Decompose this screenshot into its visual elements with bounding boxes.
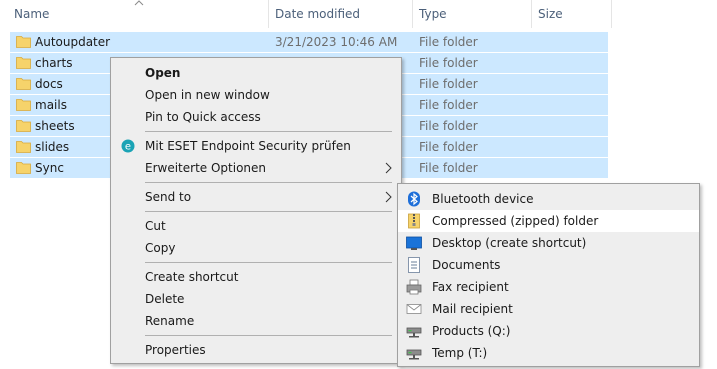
menu-item-label: Properties: [145, 343, 206, 357]
menu-item-eset-scan[interactable]: e Mit ESET Endpoint Security prüfen: [111, 135, 401, 157]
folder-icon: [16, 141, 31, 153]
file-name: Sync: [35, 161, 64, 175]
fax-icon: [406, 279, 422, 295]
menu-item-label: Products (Q:): [432, 324, 511, 338]
menu-separator: [145, 182, 392, 183]
documents-icon: [408, 257, 420, 273]
menu-item-label: Open: [145, 66, 181, 80]
menu-item-send-to[interactable]: Send to: [111, 186, 401, 208]
menu-item-cut[interactable]: Cut: [111, 215, 401, 237]
send-to-bluetooth[interactable]: Bluetooth device: [398, 188, 699, 210]
file-name: docs: [35, 77, 63, 91]
menu-item-label: Temp (T:): [432, 346, 488, 360]
menu-item-label: Bluetooth device: [432, 192, 534, 206]
folder-icon: [16, 162, 31, 174]
menu-item-create-shortcut[interactable]: Create shortcut: [111, 266, 401, 288]
file-type: File folder: [419, 140, 478, 154]
send-to-compressed-folder[interactable]: Compressed (zipped) folder: [398, 210, 699, 232]
file-type: File folder: [419, 161, 478, 175]
file-name: Autoupdater: [35, 35, 111, 49]
zip-folder-icon: [408, 213, 420, 229]
file-type: File folder: [419, 119, 478, 133]
folder-icon: [16, 36, 31, 48]
menu-item-label: Open in new window: [145, 88, 270, 102]
send-to-fax-recipient[interactable]: Fax recipient: [398, 276, 699, 298]
column-header-size[interactable]: Size: [532, 0, 610, 28]
send-to-submenu: Bluetooth device Compressed (zipped) fol…: [397, 183, 700, 367]
menu-item-properties[interactable]: Properties: [111, 339, 401, 361]
send-to-desktop[interactable]: Desktop (create shortcut): [398, 232, 699, 254]
file-name: mails: [35, 98, 67, 112]
menu-item-label: Erweiterte Optionen: [145, 161, 267, 175]
eset-icon: e: [121, 139, 135, 153]
menu-item-delete[interactable]: Delete: [111, 288, 401, 310]
file-name: charts: [35, 56, 73, 70]
folder-icon: [16, 99, 31, 111]
file-name: sheets: [35, 119, 75, 133]
menu-item-label: Fax recipient: [432, 280, 509, 294]
file-row[interactable]: Autoupdater 3/21/2023 10:46 AM File fold…: [10, 32, 608, 52]
menu-item-label: Mit ESET Endpoint Security prüfen: [145, 139, 351, 153]
menu-item-label: Send to: [145, 190, 192, 204]
file-name: slides: [35, 140, 70, 154]
column-header-type[interactable]: Type: [413, 0, 531, 28]
menu-item-label: Compressed (zipped) folder: [432, 214, 599, 228]
menu-item-label: Cut: [145, 219, 166, 233]
network-drive-icon: [406, 349, 422, 360]
file-type: File folder: [419, 56, 478, 70]
folder-icon: [16, 78, 31, 90]
column-header-date-modified[interactable]: Date modified: [269, 0, 411, 28]
menu-item-label: Desktop (create shortcut): [432, 236, 587, 250]
menu-separator: [145, 262, 392, 263]
file-type: File folder: [419, 98, 478, 112]
column-header-name[interactable]: Name: [8, 0, 266, 28]
menu-separator: [145, 211, 392, 212]
menu-item-rename[interactable]: Rename: [111, 310, 401, 332]
folder-icon: [16, 120, 31, 132]
mail-icon: [406, 304, 422, 314]
file-date-modified: 3/21/2023 10:46 AM: [275, 35, 398, 49]
send-to-mail-recipient[interactable]: Mail recipient: [398, 298, 699, 320]
desktop-icon: [406, 236, 422, 250]
menu-item-open[interactable]: Open: [111, 62, 401, 84]
file-type: File folder: [419, 35, 478, 49]
menu-item-label: Mail recipient: [432, 302, 513, 316]
menu-item-label: Copy: [145, 241, 176, 255]
send-to-temp-drive[interactable]: Temp (T:): [398, 342, 699, 364]
send-to-documents[interactable]: Documents: [398, 254, 699, 276]
menu-item-label: Delete: [145, 292, 185, 306]
column-divider[interactable]: [611, 0, 612, 28]
context-menu: Open Open in new window Pin to Quick acc…: [110, 57, 402, 364]
network-drive-icon: [406, 327, 422, 338]
menu-item-label: Documents: [432, 258, 501, 272]
file-type: File folder: [419, 77, 478, 91]
send-to-products-drive[interactable]: Products (Q:): [398, 320, 699, 342]
menu-separator: [145, 335, 392, 336]
menu-item-pin-quick-access[interactable]: Pin to Quick access: [111, 106, 401, 128]
menu-separator: [145, 131, 392, 132]
folder-icon: [16, 57, 31, 69]
chevron-right-icon: [385, 162, 392, 174]
menu-item-label: Pin to Quick access: [145, 110, 261, 124]
svg-text:e: e: [125, 142, 131, 153]
menu-item-label: Create shortcut: [145, 270, 239, 284]
menu-item-advanced-options[interactable]: Erweiterte Optionen: [111, 157, 401, 179]
chevron-right-icon: [385, 191, 392, 203]
bluetooth-icon: [408, 191, 420, 207]
menu-item-open-new-window[interactable]: Open in new window: [111, 84, 401, 106]
menu-item-label: Rename: [145, 314, 195, 328]
menu-item-copy[interactable]: Copy: [111, 237, 401, 259]
